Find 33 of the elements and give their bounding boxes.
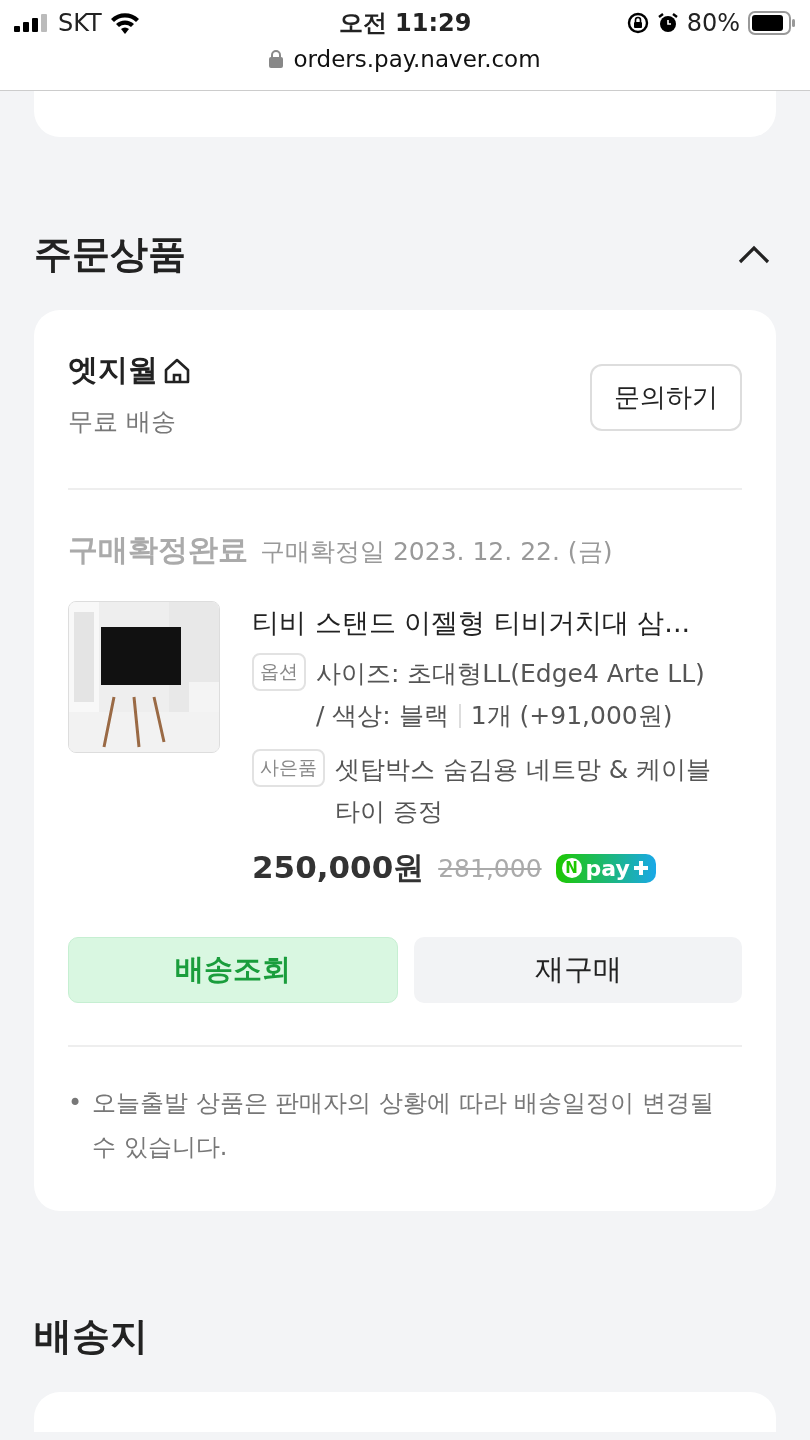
notice-text: 오늘출발 상품은 판매자의 상황에 따라 배송일정이 변경될 수 있습니다. (92, 1088, 715, 1163)
lock-icon (269, 50, 284, 68)
shipping-info: 무료 배송 (68, 406, 177, 438)
wifi-icon (109, 12, 140, 34)
battery-icon (748, 11, 796, 35)
confirm-date: 구매확정일 2023. 12. 22. (금) (260, 536, 613, 568)
section-title: 주문상품 (34, 231, 186, 278)
order-status: 구매확정완료 (68, 531, 248, 569)
sale-price: 250,000원 (252, 848, 425, 887)
section-title: 배송지 (34, 1313, 149, 1360)
option-text: / 색상: 블랙 (316, 700, 449, 732)
original-price: 281,000 (438, 853, 542, 883)
store-name[interactable]: 엣지월 (68, 350, 158, 391)
npay-plus-badge: N pay (555, 853, 656, 883)
home-icon[interactable] (162, 356, 192, 385)
quantity-text: 1개 (+91,000원) (470, 700, 673, 732)
reorder-button[interactable]: 재구매 (414, 937, 742, 1003)
rotation-lock-icon (626, 12, 649, 34)
chevron-icon[interactable] (738, 244, 770, 265)
carrier-name: SKT (58, 9, 102, 37)
clock-time: 오전 11:29 (338, 8, 472, 39)
option-tag: 사은품 (252, 749, 325, 787)
option-text: 사이즈: 초대형LL(Edge4 Arte LL) (316, 658, 706, 690)
inquiry-button[interactable]: 문의하기 (590, 364, 742, 431)
battery-percent: 80% (686, 9, 740, 37)
signal-icon (14, 14, 50, 32)
bullet-mark: • (68, 1088, 83, 1119)
product-name[interactable]: 티비 스탠드 이젤형 티비거치대 삼... (252, 605, 742, 641)
page-url[interactable]: orders.pay.naver.com (293, 46, 541, 72)
option-tag: 옵션 (252, 653, 306, 691)
option-text: 셋탑박스 숨김용 네트망 & 케이블 (335, 754, 713, 786)
alarm-icon (656, 12, 679, 34)
option-text: 타이 증정 (335, 796, 443, 828)
